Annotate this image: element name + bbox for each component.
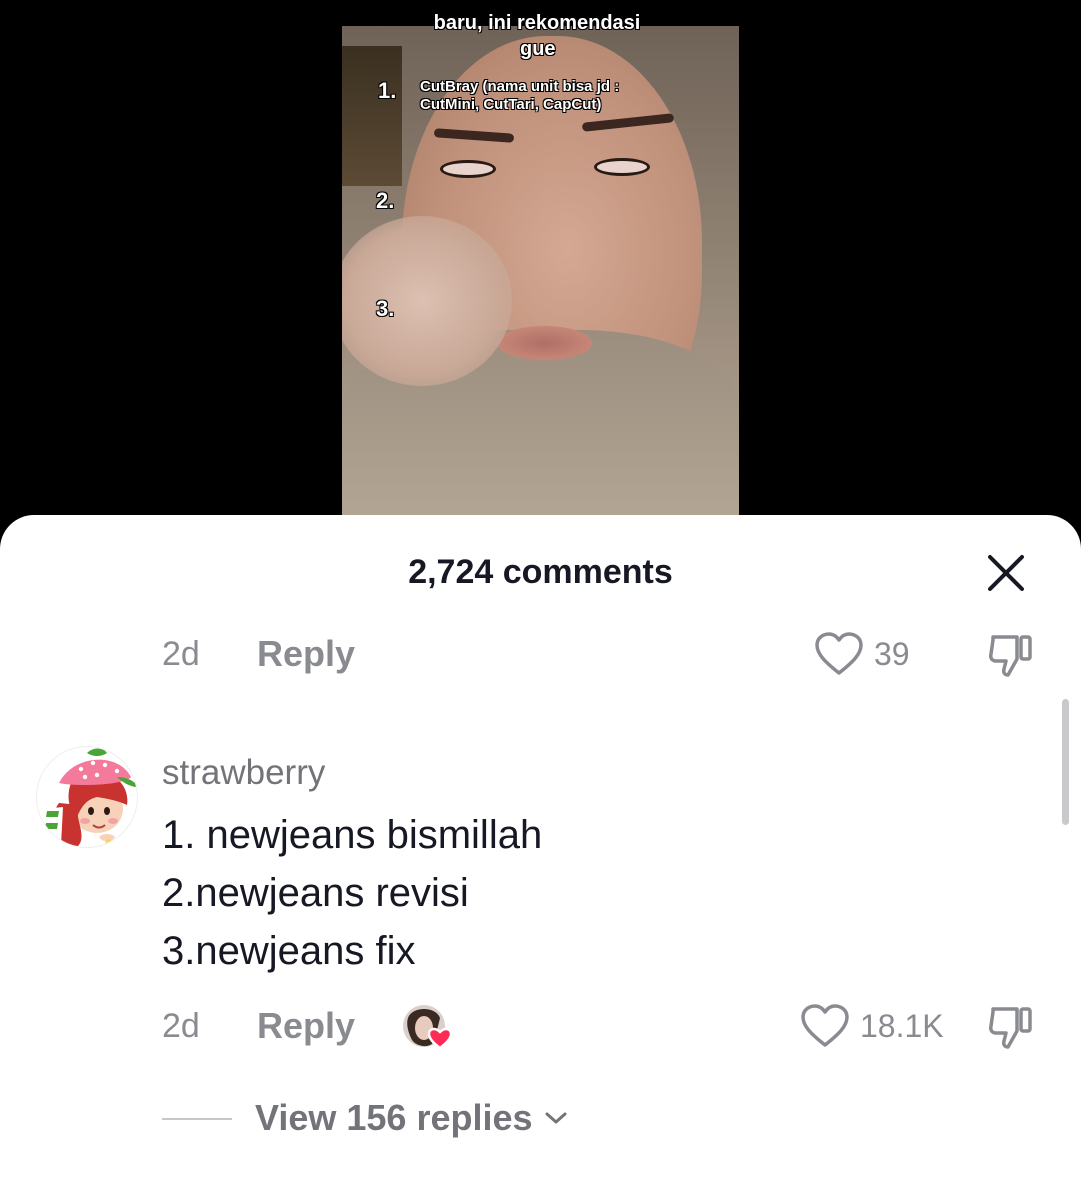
- overlay-item1-number: 1.: [378, 78, 397, 103]
- previous-comment-age: 2d: [162, 635, 200, 673]
- heart-outline-icon: [815, 632, 863, 675]
- person-mouth: [497, 326, 592, 360]
- avatar[interactable]: [36, 746, 138, 848]
- overlay-top-line: baru, ini rekomendasi: [433, 12, 641, 34]
- strawberry-shortcake-avatar-icon: [41, 748, 137, 847]
- creator-liked-heart-icon: [403, 1005, 453, 1050]
- thumbs-down-icon: [989, 635, 1032, 677]
- thumbs-down-icon: [989, 1007, 1032, 1049]
- comment-like-button[interactable]: 18.1K: [800, 1003, 944, 1049]
- comments-sheet: 2,724 comments 2d Reply 39 strawberry 1.…: [0, 515, 1081, 1200]
- view-replies-button[interactable]: View 156 replies: [255, 1097, 569, 1139]
- overlay-top-line-2: gue: [520, 38, 556, 60]
- overlay-item3-number: 3.: [376, 296, 395, 321]
- creator-liked-avatar: [402, 1004, 458, 1050]
- comment-reply-button[interactable]: Reply: [257, 1005, 355, 1047]
- background-shelf: [342, 46, 402, 186]
- overlay-item1-text: CutBray (nama unit bisa jd : CutMini, Cu…: [420, 78, 620, 113]
- left-eye: [440, 160, 496, 178]
- comment-text-line-2: 2.newjeans revisi: [162, 871, 469, 915]
- previous-comment-like-count: 39: [874, 635, 910, 672]
- previous-comment-like-button[interactable]: 39: [814, 631, 910, 677]
- scrollbar[interactable]: [1062, 699, 1069, 825]
- comments-count-title: 2,724 comments: [408, 553, 673, 591]
- replies-divider: [162, 1118, 232, 1120]
- comment-text-line-1: 1. newjeans bismillah: [162, 813, 543, 857]
- view-replies-label: View 156 replies: [255, 1097, 533, 1138]
- comment-dislike-button[interactable]: [986, 1003, 1036, 1056]
- close-button[interactable]: [980, 551, 1032, 595]
- comment-text-line-3: 3.newjeans fix: [162, 929, 416, 973]
- comment-username[interactable]: strawberry: [162, 753, 325, 793]
- previous-comment-reply-button[interactable]: Reply: [257, 633, 355, 675]
- close-icon: [988, 555, 1024, 591]
- comment-like-count: 18.1K: [860, 1007, 944, 1044]
- chevron-down-icon: [545, 1112, 567, 1124]
- previous-comment-dislike-button[interactable]: [986, 631, 1036, 684]
- video-player[interactable]: baru, ini rekomendasi gue 1. CutBray (na…: [0, 0, 1081, 520]
- overlay-item2-number: 2.: [376, 188, 395, 213]
- comment-age: 2d: [162, 1007, 200, 1045]
- heart-outline-icon: [801, 1004, 849, 1047]
- right-eye: [594, 158, 650, 176]
